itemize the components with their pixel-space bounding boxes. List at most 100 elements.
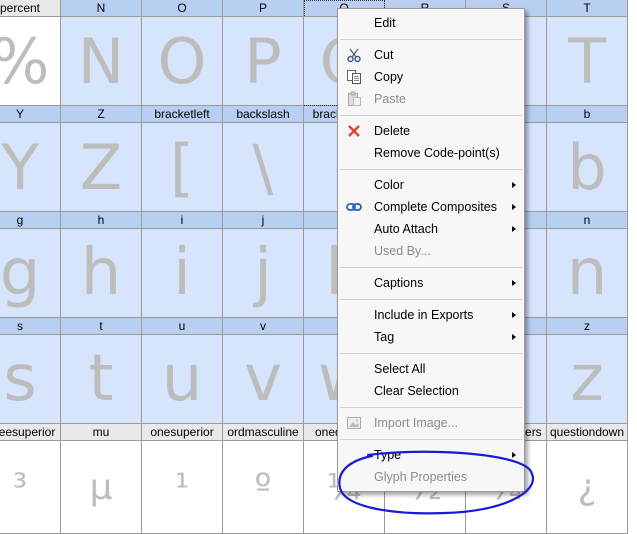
glyph-cell[interactable]: bracketleft[ [142,106,223,212]
menu-item-complete-composites[interactable]: Complete Composites [338,196,524,218]
menu-item-label: Select All [374,362,426,376]
menu-item-color[interactable]: Color [338,174,524,196]
menu-item-remove-codepoints[interactable]: Remove Code-point(s) [338,142,524,164]
glyph-preview: ¿ [547,441,627,533]
menu-item-delete[interactable]: Delete [338,120,524,142]
glyph-preview: ¹ [142,441,222,533]
menu-item-paste[interactable]: Paste [338,88,524,110]
glyph-name-label: P [223,0,303,17]
menu-item-edit[interactable]: Edit [338,12,524,34]
menu-separator [340,169,522,170]
submenu-arrow-icon [512,280,516,286]
submenu-arrow-icon [512,312,516,318]
glyph-name-label: backslash [223,106,303,123]
glyph-name-label: b [547,106,627,123]
glyph-name-label: n [547,212,627,229]
glyph-cell[interactable]: uu [142,318,223,424]
menu-item-label: Used By... [374,244,431,258]
glyph-preview: ³ [0,441,60,533]
menu-separator [340,407,522,408]
submenu-arrow-icon [512,452,516,458]
glyph-name-label: T [547,0,627,17]
glyph-cell[interactable]: YY [0,106,61,212]
glyph-name-label: h [61,212,141,229]
menu-item-import-image[interactable]: Import Image... [338,412,524,434]
glyph-name-label: Z [61,106,141,123]
menu-item-label: Auto Attach [374,222,438,236]
glyph-name-label: threesuperior [0,424,60,441]
submenu-arrow-icon [512,204,516,210]
glyph-name-label: onesuperior [142,424,222,441]
glyph-name-label: g [0,212,60,229]
glyph-preview: º [223,441,303,533]
menu-item-tag[interactable]: Tag [338,326,524,348]
glyph-name-label: percent [0,0,60,17]
glyph-preview: [ [142,123,222,211]
glyph-cell[interactable]: tt [61,318,142,424]
glyph-cell[interactable]: percent% [0,0,61,106]
submenu-arrow-icon [512,226,516,232]
glyph-cell[interactable]: jj [223,212,304,318]
menu-item-select-all[interactable]: Select All [338,358,524,380]
glyph-name-label: ordmasculine [223,424,303,441]
glyph-preview: % [0,17,60,105]
glyph-cell[interactable]: OO [142,0,223,106]
menu-item-cut[interactable]: Cut [338,44,524,66]
glyph-name-label: Y [0,106,60,123]
image-icon [346,415,362,431]
copy-icon [346,69,362,85]
menu-item-label: Type [374,448,402,462]
glyph-cell[interactable]: NN [61,0,142,106]
glyph-preview: O [142,17,222,105]
glyph-preview: t [61,335,141,423]
glyph-cell[interactable]: bb [547,106,628,212]
glyph-cell[interactable]: ii [142,212,223,318]
glyph-cell[interactable]: threesuperior³ [0,424,61,534]
menu-item-label: Edit [374,16,396,30]
menu-separator [340,299,522,300]
menu-item-captions[interactable]: Captions [338,272,524,294]
menu-item-label: Glyph Properties [374,470,468,484]
glyph-cell[interactable]: backslash \ [223,106,304,212]
menu-item-copy[interactable]: Copy [338,66,524,88]
menu-item-include-in-exports[interactable]: Include in Exports [338,304,524,326]
glyph-cell[interactable]: zz [547,318,628,424]
glyph-preview: u [142,335,222,423]
glyph-name-label: z [547,318,627,335]
menu-item-label: Captions [374,276,424,290]
menu-item-label: Clear Selection [374,384,459,398]
glyph-cell[interactable]: gg [0,212,61,318]
menu-separator [340,115,522,116]
menu-item-used-by[interactable]: Used By... [338,240,524,262]
glyph-cell[interactable]: nn [547,212,628,318]
menu-item-type[interactable]: Type [338,444,524,466]
submenu-arrow-icon [512,334,516,340]
glyph-cell[interactable]: ss [0,318,61,424]
menu-separator [340,439,522,440]
glyph-cell[interactable]: mu µ [61,424,142,534]
glyph-name-label: u [142,318,222,335]
glyph-cell[interactable]: TT [547,0,628,106]
menu-item-clear-selection[interactable]: Clear Selection [338,380,524,402]
glyph-preview: z [547,335,627,423]
glyph-cell[interactable]: ordmasculine º [223,424,304,534]
glyph-cell[interactable]: vv [223,318,304,424]
glyph-cell[interactable]: hh [61,212,142,318]
glyph-name-label: v [223,318,303,335]
glyph-cell[interactable]: ZZ [61,106,142,212]
menu-item-glyph-properties[interactable]: Glyph Properties [338,466,524,488]
glyph-name-label: i [142,212,222,229]
context-menu: Edit Cut Copy Paste Delete Remove Code-p… [337,8,525,492]
menu-item-label: Import Image... [374,416,459,430]
glyph-cell[interactable]: questiondown ¿ [547,424,628,534]
menu-item-auto-attach[interactable]: Auto Attach [338,218,524,240]
glyph-cell[interactable]: PP [223,0,304,106]
glyph-name-label: questiondown [547,424,627,441]
menu-separator [340,267,522,268]
menu-item-label: Remove Code-point(s) [374,146,500,160]
glyph-cell[interactable]: onesuperior ¹ [142,424,223,534]
glyph-preview: \ [223,123,303,211]
menu-item-label: Delete [374,124,411,138]
glyph-preview: b [547,123,627,211]
glyph-preview: Z [61,123,141,211]
